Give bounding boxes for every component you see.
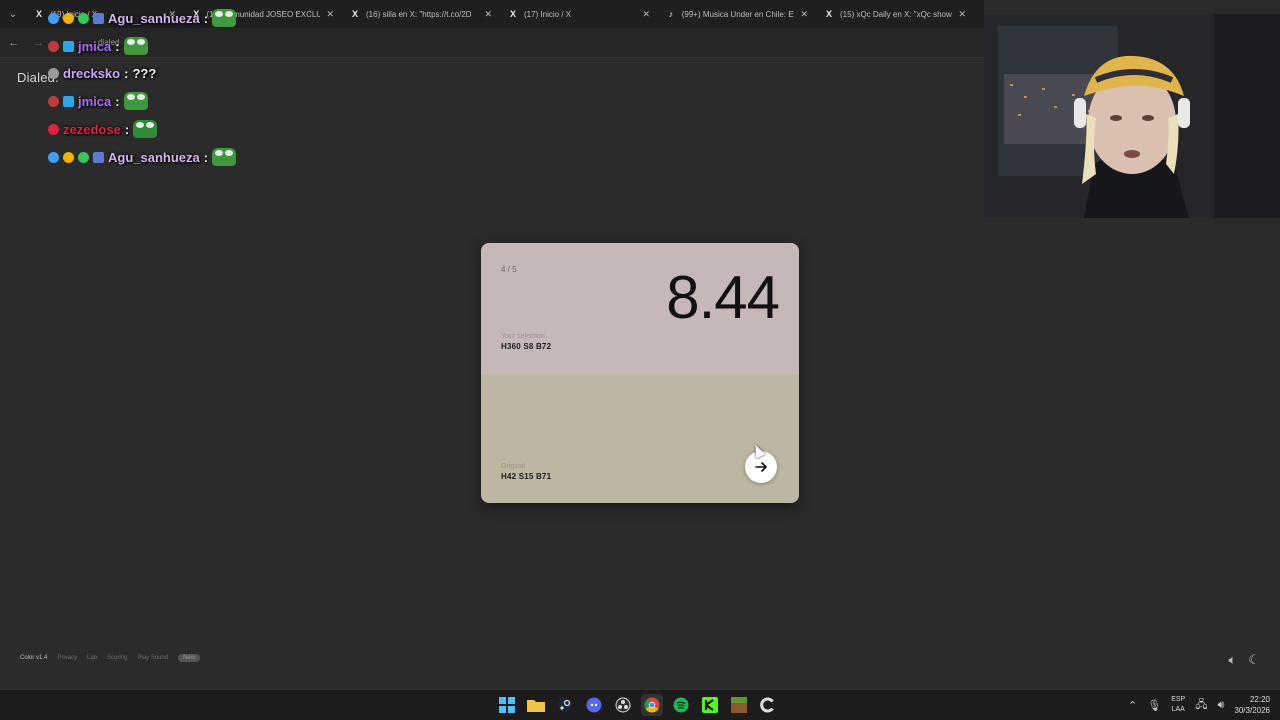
footer-link-lab[interactable]: Lab xyxy=(87,655,97,661)
close-icon[interactable]: ✕ xyxy=(642,9,650,20)
obs-icon[interactable] xyxy=(612,694,634,716)
new-badge: New xyxy=(178,654,201,662)
volume-icon[interactable]: 🔊︎ xyxy=(1217,699,1224,712)
chat-message: jmica: xyxy=(48,92,148,110)
x-logo-icon: X xyxy=(509,9,516,19)
gift-badge-icon xyxy=(93,12,104,24)
close-icon[interactable]: ✕ xyxy=(484,9,492,20)
forward-arrow-icon[interactable]: → xyxy=(33,37,44,49)
tab-search-chevron-icon[interactable]: ⌄ xyxy=(0,0,26,28)
page-controls: 🔈︎ ☾ xyxy=(1229,652,1260,668)
chat-username: zezedose xyxy=(63,121,121,137)
chat-username: jmica xyxy=(78,93,112,109)
chat-message: zezedose: xyxy=(48,120,158,138)
browser-tab[interactable]: X (17) Inicio / X ✕ xyxy=(500,0,658,28)
tab-title: (16) silla en X: "https://t.co/2D xyxy=(366,9,472,19)
chat-username: jmica xyxy=(78,38,112,54)
browser-tab[interactable]: ♪ (99+) Musica Under en Chile: Ex ✕ xyxy=(658,0,816,28)
result-card: 4 / 5 8.44 Your selection H360 S8 B72 Or… xyxy=(481,243,799,503)
red-badge-icon xyxy=(48,123,59,135)
selection-value: H360 S8 B72 xyxy=(501,342,552,351)
moon-icon[interactable]: ☾ xyxy=(1248,652,1260,668)
verified-badge-icon xyxy=(78,12,89,24)
footer-link-play-sound[interactable]: Play Sound xyxy=(137,655,168,661)
speaker-icon[interactable]: 🔈︎ xyxy=(1229,652,1237,668)
pepe-emote-icon xyxy=(212,148,237,166)
original-label: Original xyxy=(501,463,526,470)
round-counter: 4 / 5 xyxy=(501,265,517,274)
close-icon[interactable]: ✕ xyxy=(958,9,966,20)
original-value: H42 S15 B71 xyxy=(501,472,552,481)
discord-icon[interactable] xyxy=(583,694,605,716)
score-value: 8.44 xyxy=(666,264,780,331)
file-explorer-icon[interactable] xyxy=(525,694,547,716)
page-footer: Color v1.4 Privacy Lab Scoring Play Soun… xyxy=(20,654,201,662)
language-indicator[interactable]: ESP LAA xyxy=(1171,695,1185,715)
ccleaner-icon[interactable] xyxy=(757,694,779,716)
arrow-right-icon xyxy=(755,462,767,472)
kick-icon[interactable] xyxy=(699,694,721,716)
gift-badge-icon xyxy=(93,151,104,163)
footer-link-privacy[interactable]: Privacy xyxy=(57,655,77,661)
browser-tab[interactable]: X (15) xQc Daily en X: "xQc show ✕ xyxy=(816,0,974,28)
browser-tab[interactable]: X (16) silla en X: "https://t.co/2D ✕ xyxy=(342,0,500,28)
chat-message: jmica: xyxy=(48,37,148,55)
minecraft-icon[interactable] xyxy=(728,694,750,716)
footer-link-scoring[interactable]: Scoring xyxy=(107,655,127,661)
back-arrow-icon[interactable]: ← xyxy=(8,37,19,49)
screen: ⌄ X (19) Inicio / X ✕ X (15) Comunidad J… xyxy=(0,0,1280,720)
network-icon[interactable]: 🖧︎ xyxy=(1195,696,1207,715)
chat-username: Agu_sanhueza xyxy=(108,10,200,26)
x-logo-icon: X xyxy=(825,9,832,19)
pepe-emote-icon xyxy=(123,92,148,110)
system-tray: ⌃ 🎙︎ ESP LAA 🖧︎ 🔊︎ 22:20 30/3/2026 xyxy=(1128,694,1270,716)
cube-badge-icon xyxy=(63,40,74,52)
pepe-emote-icon xyxy=(123,37,148,55)
microphone-icon[interactable]: 🎙︎ xyxy=(1147,699,1161,712)
chat-message: drecksko: ??? xyxy=(48,66,156,81)
chat-username: drecksko xyxy=(63,66,121,81)
chat-message: Agu_sanhueza: xyxy=(48,148,237,166)
your-selection-swatch: 4 / 5 8.44 Your selection H360 S8 B72 xyxy=(481,243,799,374)
webcam-overlay xyxy=(984,14,1280,218)
x-logo-icon: X xyxy=(351,9,358,19)
chat-message: Agu_sanhueza: xyxy=(48,9,237,27)
original-swatch: Original H42 S15 B71 xyxy=(481,374,799,503)
clock[interactable]: 22:20 30/3/2026 xyxy=(1234,694,1270,716)
version-label: Color v1.4 xyxy=(20,655,48,661)
sub-badge-icon xyxy=(63,151,74,163)
sword-badge-icon xyxy=(48,151,59,163)
moon-badge-icon xyxy=(48,68,59,79)
chat-username: Agu_sanhueza xyxy=(108,149,200,165)
close-icon[interactable]: ✕ xyxy=(326,9,334,20)
cube-badge-icon xyxy=(63,95,74,107)
spotify-icon[interactable] xyxy=(670,694,692,716)
chevron-up-icon[interactable]: ⌃ xyxy=(1128,699,1137,712)
pepe-emote-icon xyxy=(212,9,237,27)
verified-badge-icon xyxy=(78,151,89,163)
taskbar-apps xyxy=(496,694,779,716)
tiktok-logo-icon: ♪ xyxy=(668,9,674,19)
steam-icon[interactable] xyxy=(554,694,576,716)
windows-taskbar: ⌃ 🎙︎ ESP LAA 🖧︎ 🔊︎ 22:20 30/3/2026 xyxy=(0,689,1280,720)
sword-badge-icon xyxy=(48,12,59,24)
pepe-emote-icon xyxy=(133,120,158,138)
chat-text: ??? xyxy=(132,66,157,81)
tab-title: (15) xQc Daily en X: "xQc show xyxy=(840,9,952,19)
mod-badge-icon xyxy=(48,95,59,107)
tab-title: (99+) Musica Under en Chile: Ex xyxy=(681,9,795,19)
mod-badge-icon xyxy=(48,40,59,52)
windows-start-icon[interactable] xyxy=(496,694,518,716)
x-logo-icon: X xyxy=(35,9,42,19)
selection-label: Your selection xyxy=(501,333,545,340)
webcam-image xyxy=(984,14,1280,218)
close-icon[interactable]: ✕ xyxy=(800,9,808,20)
chrome-icon[interactable] xyxy=(641,694,663,716)
browser-toolbar: ← → dialed xyxy=(0,28,984,58)
tab-title: (17) Inicio / X xyxy=(524,9,572,19)
sub-badge-icon xyxy=(63,12,74,24)
